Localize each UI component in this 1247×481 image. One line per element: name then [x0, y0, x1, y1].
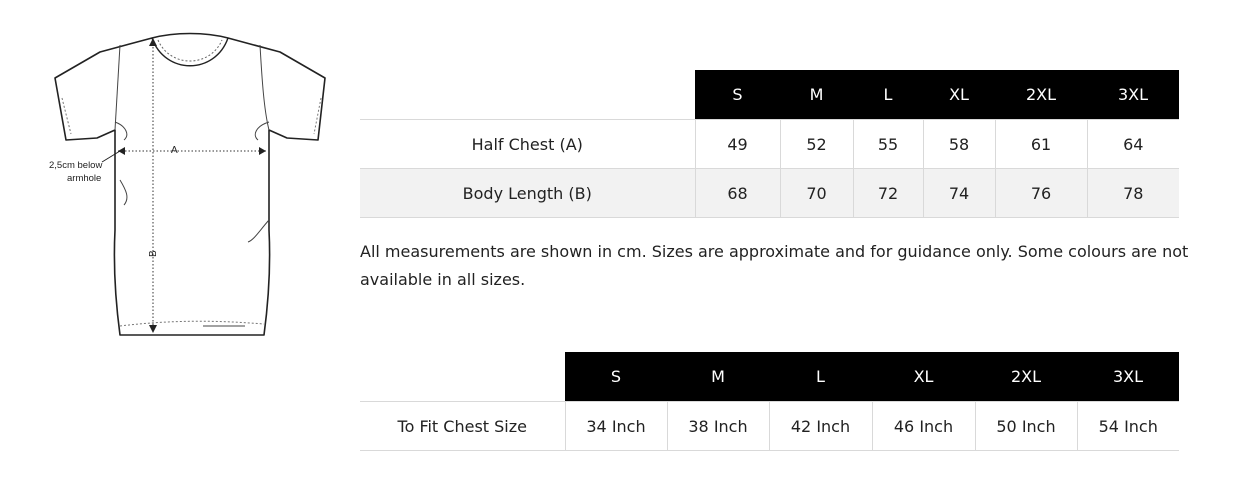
table-cell: 72	[852, 168, 923, 218]
row-label: Body Length (B)	[360, 168, 695, 218]
row-label: Half Chest (A)	[360, 119, 695, 169]
fit-chest-table: S M L XL 2XL 3XL To Fit Chest Size 34 In…	[360, 352, 1179, 451]
table-cell: 78	[1086, 168, 1179, 218]
table-cell: 46 Inch	[871, 401, 975, 451]
row-label: To Fit Chest Size	[360, 401, 565, 451]
size-header: 3XL	[1077, 352, 1179, 402]
table-row-fit-chest: To Fit Chest Size 34 Inch 38 Inch 42 Inc…	[360, 401, 1179, 451]
measurement-note: All measurements are shown in cm. Sizes …	[360, 242, 1189, 289]
table-cell: 54 Inch	[1076, 401, 1179, 451]
table-cell: 76	[994, 168, 1087, 218]
size-header: M	[667, 352, 769, 402]
header-corner	[360, 70, 695, 120]
size-header: XL	[872, 352, 975, 402]
table-cell: 74	[922, 168, 995, 218]
measurements-table: S M L XL 2XL 3XL Half Chest (A) 49 52 55…	[360, 70, 1179, 218]
table-row-half-chest: Half Chest (A) 49 52 55 58 61 64	[360, 119, 1179, 169]
size-header: XL	[923, 70, 995, 120]
table-cell: 55	[852, 119, 923, 169]
table-cell: 34 Inch	[564, 401, 667, 451]
armhole-note-line1: 2,5cm below	[49, 160, 102, 171]
table-cell: 42 Inch	[768, 401, 872, 451]
size-header: S	[695, 70, 780, 120]
table-cell: 64	[1086, 119, 1179, 169]
measure-b-label: B	[148, 250, 159, 257]
table-cell: 52	[779, 119, 853, 169]
size-header: L	[853, 70, 923, 120]
table-cell: 68	[694, 168, 780, 218]
table-row-body-length: Body Length (B) 68 70 72 74 76 78	[360, 168, 1179, 218]
table-cell: 49	[694, 119, 780, 169]
size-header: L	[769, 352, 872, 402]
header-corner	[360, 352, 565, 402]
table-cell: 58	[922, 119, 995, 169]
size-header: S	[565, 352, 667, 402]
size-header: 3XL	[1087, 70, 1179, 120]
tshirt-diagram: A B 2,5cm below armhole	[40, 30, 340, 345]
measure-a-label: A	[171, 145, 178, 156]
table-cell: 50 Inch	[974, 401, 1077, 451]
size-header: M	[780, 70, 853, 120]
size-header: 2XL	[975, 352, 1077, 402]
armhole-note-line2: armhole	[67, 173, 101, 184]
size-header: 2XL	[995, 70, 1087, 120]
fit-header-row: S M L XL 2XL 3XL	[360, 352, 1179, 402]
tshirt-outline-icon: A B 2,5cm below armhole	[49, 32, 326, 336]
measurements-header-row: S M L XL 2XL 3XL	[360, 70, 1179, 120]
table-cell: 38 Inch	[666, 401, 769, 451]
table-cell: 70	[779, 168, 853, 218]
table-cell: 61	[994, 119, 1087, 169]
